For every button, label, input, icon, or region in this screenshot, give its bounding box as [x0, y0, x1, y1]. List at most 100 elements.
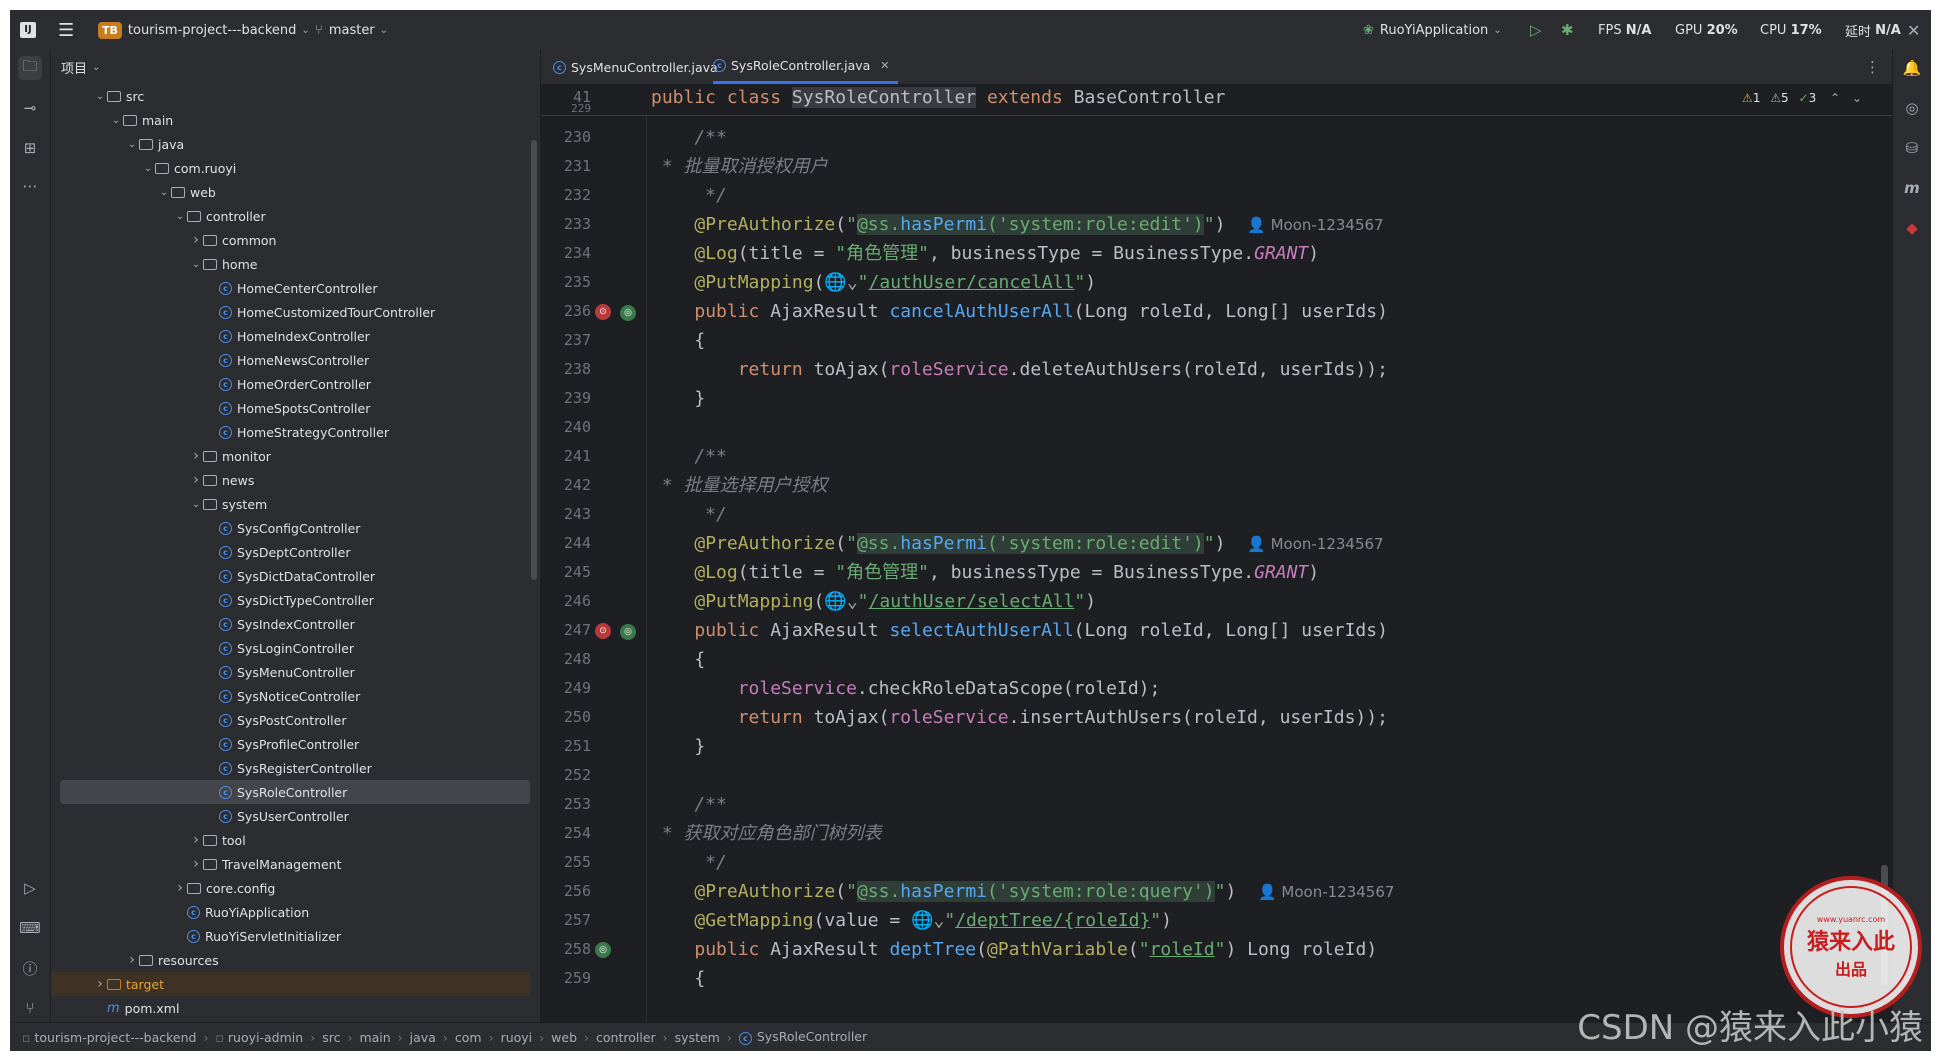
endpoint-web-icon[interactable]: ◎	[595, 942, 611, 958]
chevron-right-icon[interactable]: ›	[125, 952, 139, 968]
tab-sysmenucontroller[interactable]: c SysMenuController.java	[553, 50, 718, 84]
tree-item[interactable]: › resources	[51, 948, 530, 972]
tree-item[interactable]: c SysRoleController	[60, 780, 530, 804]
tree-item[interactable]: c SysRegisterController	[51, 756, 530, 780]
tree-item[interactable]: c SysDictDataController	[51, 564, 530, 588]
tree-item[interactable]: › news	[51, 468, 530, 492]
chevron-right-icon[interactable]: ›	[189, 448, 203, 464]
breadcrumb-item[interactable]: main	[359, 1030, 390, 1045]
services-icon[interactable]: ▷	[18, 876, 42, 900]
chevron-down-icon[interactable]: ⌄	[1852, 91, 1862, 105]
tree-item[interactable]: ⌄ home	[51, 252, 530, 276]
endpoint-web-icon[interactable]: ◎	[620, 305, 636, 321]
breadcrumb-item[interactable]: ruoyi	[501, 1030, 533, 1045]
project-folder-icon[interactable]: 🗀	[18, 56, 42, 80]
tree-item[interactable]: ⌄ controller	[51, 204, 530, 228]
breadcrumb-item[interactable]: java	[410, 1030, 436, 1045]
tree-item[interactable]: c HomeCustomizedTourController	[51, 300, 530, 324]
tree-item[interactable]: ⌄ src	[51, 84, 530, 108]
tree-item[interactable]: › TravelManagement	[51, 852, 530, 876]
breadcrumb-item[interactable]: web	[551, 1030, 577, 1045]
chevron-right-icon[interactable]: ›	[173, 880, 187, 896]
tree-item[interactable]: › monitor	[51, 444, 530, 468]
tabs-menu-icon[interactable]: ⋮	[1865, 50, 1880, 84]
tree-item[interactable]: › tool	[51, 828, 530, 852]
chevron-down-icon[interactable]: ⌄	[125, 139, 139, 150]
tree-item[interactable]: c SysProfileController	[51, 732, 530, 756]
tree-item[interactable]: c SysNoticeController	[51, 684, 530, 708]
chevron-right-icon[interactable]: ›	[189, 856, 203, 872]
tree-item[interactable]: c SysDictTypeController	[51, 588, 530, 612]
chevron-down-icon[interactable]: ⌄	[189, 499, 203, 510]
tree-item[interactable]: › common	[51, 228, 530, 252]
tree-item[interactable]: ⌄ web	[51, 180, 530, 204]
tree-item[interactable]: c RuoYiServletInitializer	[51, 924, 530, 948]
breadcrumb-item[interactable]: com	[455, 1030, 482, 1045]
tree-item[interactable]: › target	[51, 972, 530, 996]
chevron-right-icon[interactable]: ›	[93, 976, 107, 992]
run-config-selector[interactable]: ❀ RuoYiApplication ⌄	[1363, 10, 1502, 50]
notifications-icon[interactable]: 🔔	[1900, 56, 1924, 80]
chevron-down-icon[interactable]: ⌄	[157, 187, 171, 198]
ai-assistant-icon[interactable]: ◎	[1900, 96, 1924, 120]
tree-item[interactable]: c HomeSpotsController	[51, 396, 530, 420]
commit-icon[interactable]: ⊸	[18, 96, 42, 120]
tree-item[interactable]: c SysMenuController	[51, 660, 530, 684]
security-icon[interactable]: ⊙	[595, 623, 611, 639]
plugin-icon[interactable]: ◆	[1900, 216, 1924, 240]
tree-item[interactable]: ⌄ system	[51, 492, 530, 516]
tree-item[interactable]: c SysLoginController	[51, 636, 530, 660]
chevron-down-icon[interactable]: ⌄	[173, 211, 187, 222]
tree-item[interactable]: ⌄ java	[51, 132, 530, 156]
inspection-widget[interactable]: ⚠1 ⚠5 ✓3 ⌃ ⌄	[1742, 91, 1862, 105]
maven-icon[interactable]: m	[1900, 176, 1924, 200]
tree-item[interactable]: c HomeIndexController	[51, 324, 530, 348]
structure-icon[interactable]: ⊞	[18, 136, 42, 160]
tree-item[interactable]: c HomeStrategyController	[51, 420, 530, 444]
tree-item[interactable]: c SysPostController	[51, 708, 530, 732]
close-icon[interactable]: ✕	[1907, 10, 1920, 50]
security-icon[interactable]: ⊙	[595, 304, 611, 320]
chevron-up-icon[interactable]: ⌃	[1830, 91, 1840, 105]
tree-item[interactable]: c HomeNewsController	[51, 348, 530, 372]
project-scrollbar[interactable]	[531, 140, 537, 580]
endpoint-web-icon[interactable]: ◎	[620, 624, 636, 640]
database-icon[interactable]: ⛁	[1900, 136, 1924, 160]
tree-item[interactable]: m pom.xml	[51, 996, 530, 1020]
app-logo-icon[interactable]: IJ	[20, 10, 36, 50]
breadcrumb-item[interactable]: system	[675, 1030, 720, 1045]
problems-icon[interactable]: ⓘ	[18, 956, 42, 980]
tab-sysrolecontroller[interactable]: c SysRoleController.java ✕	[713, 50, 898, 84]
tree-item[interactable]: c SysConfigController	[51, 516, 530, 540]
chevron-down-icon[interactable]: ⌄	[93, 91, 107, 102]
tree-item[interactable]: c SysDeptController	[51, 540, 530, 564]
breadcrumb-item[interactable]: src	[322, 1030, 340, 1045]
tree-item[interactable]: c HomeCenterController	[51, 276, 530, 300]
chevron-right-icon[interactable]: ›	[189, 472, 203, 488]
tree-item[interactable]: c RuoYiApplication	[51, 900, 530, 924]
tree-item[interactable]: c SysUserController	[51, 804, 530, 828]
chevron-down-icon[interactable]: ⌄	[189, 259, 203, 270]
breadcrumb-item[interactable]: controller	[596, 1030, 656, 1045]
run-icon[interactable]: ▷	[1530, 10, 1542, 50]
tree-item[interactable]: c SysIndexController	[51, 612, 530, 636]
close-tab-icon[interactable]: ✕	[880, 59, 889, 72]
project-selector[interactable]: TB tourism-project---backend ⌄	[98, 10, 310, 50]
project-panel-header[interactable]: 项目 ⌄	[51, 50, 540, 84]
breadcrumb-item[interactable]: ▫ tourism-project---backend	[22, 1030, 196, 1045]
tree-item[interactable]: › core.config	[51, 876, 530, 900]
tree-item[interactable]: ⌄ main	[51, 108, 530, 132]
main-menu-icon[interactable]: ☰	[58, 10, 74, 50]
chevron-right-icon[interactable]: ›	[189, 232, 203, 248]
breadcrumb-item[interactable]: ▫ ruoyi-admin	[215, 1030, 303, 1045]
more-tools-icon[interactable]: ⋯	[18, 174, 42, 198]
chevron-right-icon[interactable]: ›	[189, 832, 203, 848]
git-icon[interactable]: ⑂	[18, 996, 42, 1020]
chevron-down-icon[interactable]: ⌄	[109, 115, 123, 126]
debug-icon[interactable]: ✱	[1561, 10, 1574, 50]
branch-selector[interactable]: ⑂ master ⌄	[315, 10, 388, 50]
chevron-down-icon[interactable]: ⌄	[141, 163, 155, 174]
code-editor[interactable]: 41 229 public class SysRoleController ex…	[541, 85, 1892, 1023]
breadcrumb-item[interactable]: c SysRoleController	[738, 1029, 867, 1045]
tree-item[interactable]: ⌄ com.ruoyi	[51, 156, 530, 180]
